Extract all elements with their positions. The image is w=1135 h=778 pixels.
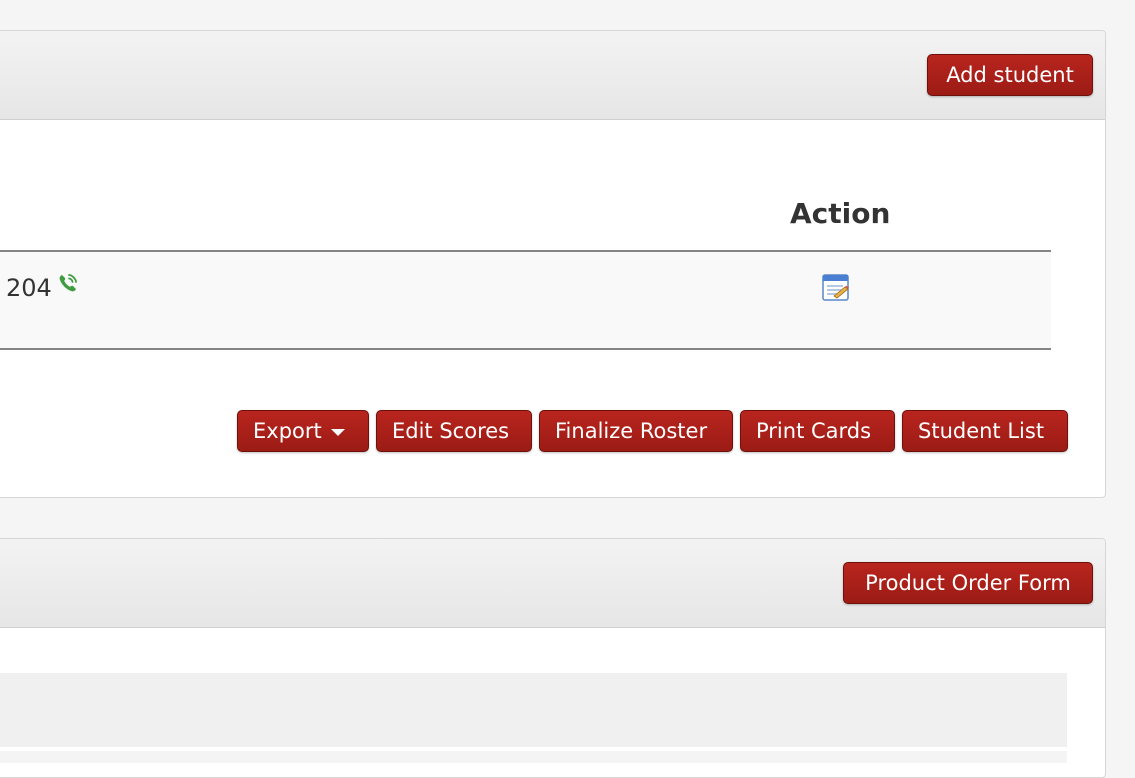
phone-number-partial: 204 (6, 274, 52, 302)
roster-panel-heading: Add student (0, 31, 1105, 120)
roster-panel: Add student Action 204 Export Edit Score… (0, 30, 1106, 498)
orders-table-header (0, 673, 1067, 747)
print-cards-button[interactable]: Print Cards (740, 410, 895, 452)
export-dropdown-button[interactable]: Export (237, 410, 369, 452)
orders-table-row (0, 751, 1067, 763)
orders-panel: Product Order Form (0, 538, 1106, 778)
add-student-button[interactable]: Add student (927, 54, 1093, 96)
orders-panel-heading: Product Order Form (0, 539, 1105, 628)
edit-scores-button[interactable]: Edit Scores (376, 410, 532, 452)
table-row: 204 (0, 252, 1051, 350)
product-order-form-button[interactable]: Product Order Form (843, 562, 1093, 604)
action-column-header: Action (790, 197, 891, 230)
caret-down-icon (330, 428, 345, 436)
student-list-button[interactable]: Student List (902, 410, 1068, 452)
finalize-roster-button[interactable]: Finalize Roster (539, 410, 733, 452)
phone-icon[interactable] (57, 272, 79, 294)
export-label: Export (253, 419, 322, 443)
edit-form-icon[interactable] (821, 272, 851, 302)
